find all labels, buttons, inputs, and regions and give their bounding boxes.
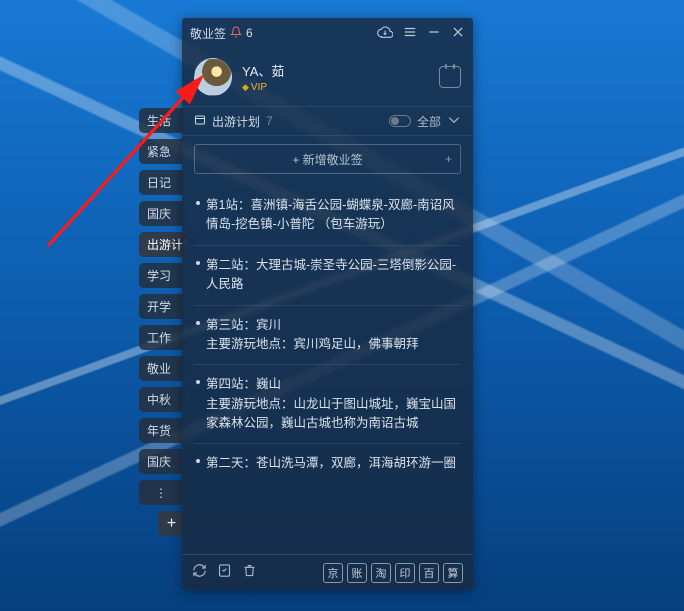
side-tab[interactable]: 开学 <box>139 294 183 319</box>
service-button[interactable]: 算 <box>443 563 463 583</box>
side-tab[interactable]: 生活 <box>139 108 183 133</box>
app-window: 敬业签 6 YA、茹 ◆ VIP <box>182 18 473 590</box>
side-tab[interactable]: 学习 <box>139 263 183 288</box>
filter-label[interactable]: 全部 <box>417 113 441 130</box>
service-button[interactable]: 印 <box>395 563 415 583</box>
bell-icon[interactable] <box>230 26 242 41</box>
minimize-icon[interactable] <box>427 25 441 42</box>
avatar[interactable] <box>194 58 232 96</box>
app-title: 敬业签 <box>190 25 226 42</box>
service-buttons: 京账淘印百算 <box>323 563 463 583</box>
side-tab[interactable]: 日记 <box>139 170 183 195</box>
service-button[interactable]: 百 <box>419 563 439 583</box>
calendar-icon[interactable] <box>439 66 461 88</box>
side-tab[interactable]: 工作 <box>139 325 183 350</box>
close-icon[interactable] <box>451 25 465 42</box>
list-icon <box>194 114 206 129</box>
username: YA、茹 <box>242 61 284 80</box>
side-tab[interactable]: 紧急 <box>139 139 183 164</box>
side-tab[interactable]: 国庆 <box>139 449 183 474</box>
service-button[interactable]: 京 <box>323 563 343 583</box>
side-tab[interactable]: 年货 <box>139 418 183 443</box>
note-item[interactable]: 第1站：喜洲镇-海舌公园-蝴蝶泉-双廊-南诏风情岛-挖色镇-小普陀 （包车游玩） <box>194 186 461 246</box>
side-tab[interactable]: 出游计划 <box>139 232 186 257</box>
note-item[interactable]: 第二天：苍山洗马潭，双廊，洱海胡环游一圈 <box>194 444 461 483</box>
note-item[interactable]: 第四站：巍山 主要游玩地点：山龙山于图山城址，巍宝山国家森林公园，巍山古城也称为… <box>194 365 461 444</box>
refresh-icon[interactable] <box>192 563 207 583</box>
diamond-icon: ◆ <box>242 82 249 93</box>
trash-icon[interactable] <box>242 563 257 583</box>
vip-badge: ◆ VIP <box>242 82 284 93</box>
side-tab-add[interactable]: + <box>158 511 183 536</box>
category-count: 7 <box>266 114 273 128</box>
add-note-input[interactable]: + 新增敬业签 + <box>194 144 461 174</box>
title-bar: 敬业签 6 <box>182 18 473 48</box>
side-tab-strip: 生活紧急日记国庆出游计划学习开学工作敬业中秋年货国庆⋮+ <box>139 108 186 536</box>
notes-list: 第1站：喜洲镇-海舌公园-蝴蝶泉-双廊-南诏风情岛-挖色镇-小普陀 （包车游玩）… <box>182 182 473 554</box>
toggle-switch[interactable] <box>389 115 411 127</box>
bottom-bar: 京账淘印百算 <box>182 554 473 590</box>
notification-count: 6 <box>246 26 253 40</box>
menu-icon[interactable] <box>403 25 417 42</box>
task-icon[interactable] <box>217 563 232 583</box>
note-item[interactable]: 第三站：宾川 主要游玩地点：宾川鸡足山，佛事朝拜 <box>194 306 461 366</box>
plus-icon[interactable]: + <box>445 152 452 166</box>
side-tab[interactable]: 敬业 <box>139 356 183 381</box>
profile-row: YA、茹 ◆ VIP <box>182 48 473 106</box>
category-row: 出游计划 7 全部 <box>182 106 473 136</box>
category-name[interactable]: 出游计划 <box>212 113 260 130</box>
cloud-sync-icon[interactable] <box>377 24 393 43</box>
add-note-placeholder: + 新增敬业签 <box>292 151 362 168</box>
chevron-down-icon[interactable] <box>447 113 461 130</box>
side-tab[interactable]: 国庆 <box>139 201 183 226</box>
service-button[interactable]: 淘 <box>371 563 391 583</box>
note-item[interactable]: 第二站：大理古城-崇圣寺公园-三塔倒影公园-人民路 <box>194 246 461 306</box>
service-button[interactable]: 账 <box>347 563 367 583</box>
side-tab-more[interactable]: ⋮ <box>139 480 183 505</box>
side-tab[interactable]: 中秋 <box>139 387 183 412</box>
